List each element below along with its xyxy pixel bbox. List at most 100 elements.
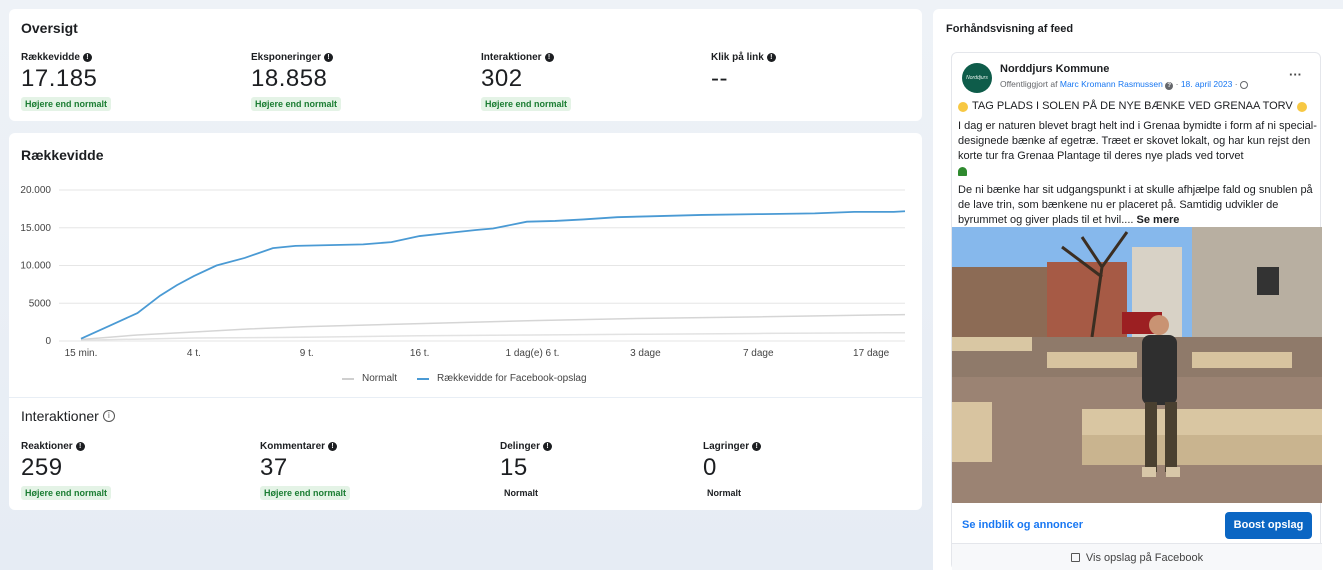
view-on-facebook-bar[interactable]: Vis opslag på Facebook	[952, 543, 1322, 570]
photo-illustration	[952, 227, 1322, 503]
interactions-card: Interaktioner i Reaktioner! 259 Højere end…	[9, 398, 922, 510]
metric-value: --	[711, 65, 728, 92]
info-icon[interactable]: !	[82, 53, 92, 62]
status-badge: Højere end normalt	[260, 486, 351, 500]
x-tick-label: 7 dage	[743, 348, 774, 359]
headline-text: TAG PLADS I SOLEN PÅ DE NYE BÆNKE VED GR…	[972, 100, 1293, 112]
tree-emoji-icon	[958, 167, 967, 176]
chart-legend: Normalt Rækkevidde for Facebook-opslag	[342, 373, 587, 384]
metric-label: Lagringer!	[703, 441, 762, 452]
x-tick-label: 1 dag(e) 6 t.	[506, 348, 560, 359]
page-name[interactable]: Norddjurs Kommune	[1000, 63, 1109, 75]
y-tick-label: 0	[45, 336, 51, 347]
legend-normal-swatch	[342, 377, 354, 380]
sun-emoji-icon	[1296, 101, 1307, 112]
reach-chart-card: Rækkevidde 0 5000 10.000 15.000 20.000 15 min…	[9, 133, 922, 397]
external-link-icon	[1070, 553, 1080, 562]
status-badge: Normalt	[504, 488, 539, 498]
metric-value: 37	[260, 454, 288, 481]
y-tick-label: 5000	[29, 298, 52, 309]
x-tick-label: 4 t.	[187, 348, 201, 359]
metric-1: Eksponeringer! 18.858 Højere end normalt	[251, 52, 342, 112]
metric-label: Rækkevidde!	[21, 52, 111, 63]
interactions-header: Interaktioner i	[21, 408, 115, 424]
metric-2: Interaktioner! 302 Højere end normalt	[481, 52, 572, 112]
series-line	[80, 210, 906, 340]
status-badge: Højere end normalt	[481, 97, 572, 111]
feed-preview-title: Forhåndsvisning af feed	[946, 23, 1074, 35]
info-icon: ?	[1165, 82, 1174, 90]
legend-normal-label: Normalt	[362, 373, 398, 384]
post-meta: Offentliggjort af Marc Kromann Rasmussen…	[1000, 79, 1248, 90]
boost-post-button[interactable]: Boost opslag	[1225, 512, 1312, 539]
series-line	[80, 331, 906, 341]
x-tick-label: 9 t.	[300, 348, 314, 359]
metric-0: Reaktioner! 259 Højere end normalt	[21, 441, 112, 501]
x-tick-label: 17 dage	[853, 348, 890, 359]
avatar[interactable]: Norddjurs	[962, 63, 992, 93]
info-icon[interactable]: !	[752, 442, 762, 451]
info-icon[interactable]: !	[543, 442, 553, 451]
insights-link[interactable]: Se indblik og annoncer	[962, 519, 1083, 531]
info-icon[interactable]: !	[324, 53, 334, 62]
post-photo[interactable]	[952, 227, 1322, 503]
metric-value: 15	[500, 454, 528, 481]
globe-icon	[1239, 80, 1248, 89]
metric-value: 0	[703, 454, 717, 481]
metric-label: Interaktioner!	[481, 52, 571, 63]
sun-emoji-icon	[958, 101, 968, 112]
metric-value: 17.185	[21, 65, 98, 92]
metric-label: Kommentarer!	[260, 441, 350, 452]
overview-title: Oversigt	[21, 20, 78, 36]
post-paragraph-1: I dag er naturen blevet bragt helt ind i…	[958, 119, 1318, 176]
more-options-button[interactable]: ···	[1289, 67, 1302, 82]
status-badge: Højere end normalt	[251, 97, 342, 111]
metric-value: 259	[21, 454, 63, 481]
info-icon[interactable]: !	[544, 53, 554, 62]
metric-label-text: Lagringer	[703, 441, 750, 452]
info-icon[interactable]: !	[328, 442, 338, 451]
metric-label: Reaktioner!	[21, 441, 111, 452]
metric-3: Klik på link! --	[711, 52, 776, 93]
reach-line-chart: 0 5000 10.000 15.000 20.000 15 min. 4 t. 9 t. 16…	[20, 185, 906, 359]
metric-label-text: Rækkevidde	[21, 52, 80, 63]
metric-0: Rækkevidde! 17.185 Højere end normalt	[21, 52, 112, 112]
view-on-facebook-label: Vis opslag på Facebook	[1085, 551, 1204, 564]
see-more-link[interactable]: Se mere	[1137, 214, 1180, 226]
status-badge: Højere end normalt	[21, 486, 112, 500]
y-tick-label: 20.000	[20, 185, 51, 196]
metric-label: Klik på link!	[711, 52, 776, 63]
legend-reach-label: Rækkevidde for Facebook-opslag	[437, 373, 587, 384]
metric-value: 18.858	[251, 65, 328, 92]
overview-card: Oversigt Rækkevidde! 17.185 Højere end nor…	[9, 9, 922, 121]
metric-label-text: Klik på link	[711, 52, 764, 63]
metric-value: 302	[481, 65, 523, 92]
paragraph-2-text: De ni bænke har sit udgangspunkt i at sk…	[958, 184, 1313, 226]
post-card: Norddjurs Norddjurs Kommune Offentliggjo…	[951, 52, 1322, 570]
y-tick-label: 15.000	[20, 223, 51, 234]
metric-label-text: Eksponeringer	[251, 52, 322, 63]
published-prefix: Offentliggjort af	[1000, 79, 1058, 89]
metric-2: Delinger! 15 Normalt	[500, 441, 553, 501]
metric-label-text: Kommentarer	[260, 441, 326, 452]
metric-3: Lagringer! 0 Normalt	[703, 441, 762, 501]
metric-label: Delinger!	[500, 441, 553, 452]
metric-label-text: Reaktioner	[21, 441, 73, 452]
metric-label-text: Interaktioner	[481, 52, 542, 63]
post-paragraph-2: De ni bænke har sit udgangspunkt i at sk…	[958, 183, 1318, 228]
paragraph-1-text: I dag er naturen blevet bragt helt ind i…	[958, 120, 1317, 162]
status-badge: Højere end normalt	[21, 97, 112, 111]
y-tick-label: 10.000	[20, 261, 51, 272]
x-tick-label: 3 dage	[630, 348, 661, 359]
post-date[interactable]: 18. april 2023	[1181, 79, 1233, 89]
status-badge: Normalt	[707, 488, 742, 498]
author-link[interactable]: Marc Kromann Rasmussen	[1060, 79, 1163, 89]
meta-separator: ·	[1175, 79, 1179, 89]
post-headline: TAG PLADS I SOLEN PÅ DE NYE BÆNKE VED GR…	[958, 99, 1318, 114]
info-icon[interactable]: i	[102, 410, 115, 422]
metric-label: Eksponeringer!	[251, 52, 341, 63]
info-icon[interactable]: !	[75, 442, 85, 451]
info-icon[interactable]: !	[766, 53, 776, 62]
x-tick-label: 16 t.	[410, 348, 429, 359]
interactions-title: Interaktioner	[21, 408, 99, 424]
